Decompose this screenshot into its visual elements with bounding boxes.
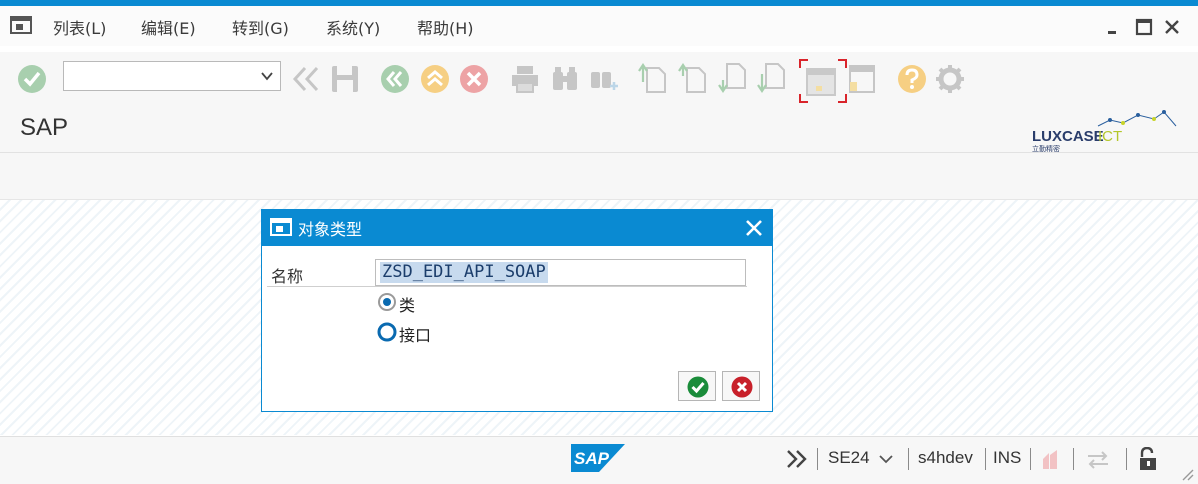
sap-logo: SAP [571, 444, 625, 472]
double-chevron-right-icon[interactable] [786, 449, 808, 469]
next-page-icon [718, 63, 746, 93]
close-window-icon[interactable] [1162, 17, 1182, 37]
status-bar: SAP SE24 s4hdev INS [0, 436, 1198, 484]
menu-bar: 列表(L) 编辑(E) 转到(G) 系统(Y) 帮助(H) [0, 6, 1198, 46]
name-input-value: ZSD_EDI_API_SOAP [380, 262, 548, 283]
logo-text: LUXCASE [1032, 128, 1104, 145]
name-label: 名称 [271, 267, 304, 286]
status-separator [985, 448, 986, 470]
dialog-header: 对象类型 [262, 210, 772, 246]
back-icon[interactable] [380, 64, 410, 94]
radio-class[interactable] [377, 292, 397, 312]
command-field[interactable] [63, 61, 281, 91]
exit-icon[interactable] [420, 64, 450, 94]
previous-page-icon [678, 63, 706, 93]
object-type-dialog: 对象类型 名称 ZSD_EDI_API_SOAP 类 接口 [261, 209, 773, 412]
dialog-title: 对象类型 [298, 220, 363, 239]
help-icon[interactable] [897, 64, 927, 94]
screen-title-bar: SAP LUXCASE ICT 立勤精密 [0, 104, 1198, 153]
application-toolbar [0, 153, 1198, 200]
first-page-icon [638, 63, 666, 93]
menu-item-system[interactable]: 系统(Y) [326, 15, 380, 39]
chevron-down-icon[interactable] [878, 452, 894, 466]
maximize-icon[interactable] [1134, 17, 1154, 37]
company-logo: LUXCASE ICT 立勤精密 [1032, 110, 1177, 153]
connection-icon [1088, 451, 1108, 469]
status-separator [1126, 448, 1127, 470]
menu-item-list[interactable]: 列表(L) [53, 15, 106, 39]
status-separator [1073, 448, 1074, 470]
transaction-code: SE24 [828, 448, 870, 467]
name-input[interactable]: ZSD_EDI_API_SOAP [375, 259, 746, 286]
insert-mode: INS [993, 448, 1022, 467]
status-separator [1030, 448, 1031, 470]
cancel-x-icon [731, 376, 753, 398]
find-next-icon [591, 72, 618, 90]
menu-item-goto[interactable]: 转到(G) [232, 15, 289, 39]
check-icon [687, 376, 709, 398]
cancel-button[interactable] [722, 371, 760, 401]
menu-icon[interactable] [10, 16, 32, 34]
close-icon[interactable] [744, 218, 764, 238]
radio-interface-label: 接口 [399, 326, 432, 345]
create-session-icon[interactable] [798, 58, 848, 104]
status-separator [817, 448, 818, 470]
generate-shortcut-icon[interactable] [848, 64, 878, 96]
find-icon [553, 67, 577, 90]
dialog-menu-icon[interactable] [270, 218, 292, 236]
last-page-icon [757, 63, 785, 93]
logo-subtext: 立勤精密 [1032, 144, 1060, 153]
resize-grip-icon[interactable] [1180, 467, 1194, 481]
lock-icon[interactable] [1138, 447, 1160, 471]
radio-interface[interactable] [377, 322, 397, 342]
double-chevron-left-icon [292, 66, 319, 92]
performance-icon [1043, 450, 1057, 469]
menu-item-edit[interactable]: 编辑(E) [141, 15, 196, 39]
radio-class-label: 类 [399, 296, 416, 315]
print-icon [512, 66, 538, 93]
chevron-down-icon[interactable] [260, 69, 274, 83]
save-icon [332, 66, 358, 92]
minimize-icon[interactable] [1102, 17, 1122, 37]
cancel-icon[interactable] [459, 64, 489, 94]
system-name: s4hdev [918, 448, 973, 467]
menu-item-help[interactable]: 帮助(H) [417, 15, 474, 39]
logo-text-accent: ICT [1098, 128, 1122, 145]
svg-text:SAP: SAP [574, 449, 610, 468]
name-field-row: 名称 ZSD_EDI_API_SOAP [267, 259, 747, 287]
confirm-button[interactable] [678, 371, 716, 401]
enter-icon[interactable] [17, 64, 47, 94]
standard-toolbar [0, 52, 1198, 104]
gear-icon[interactable] [935, 64, 965, 94]
screen-title: SAP [20, 114, 69, 141]
status-separator [908, 448, 909, 470]
